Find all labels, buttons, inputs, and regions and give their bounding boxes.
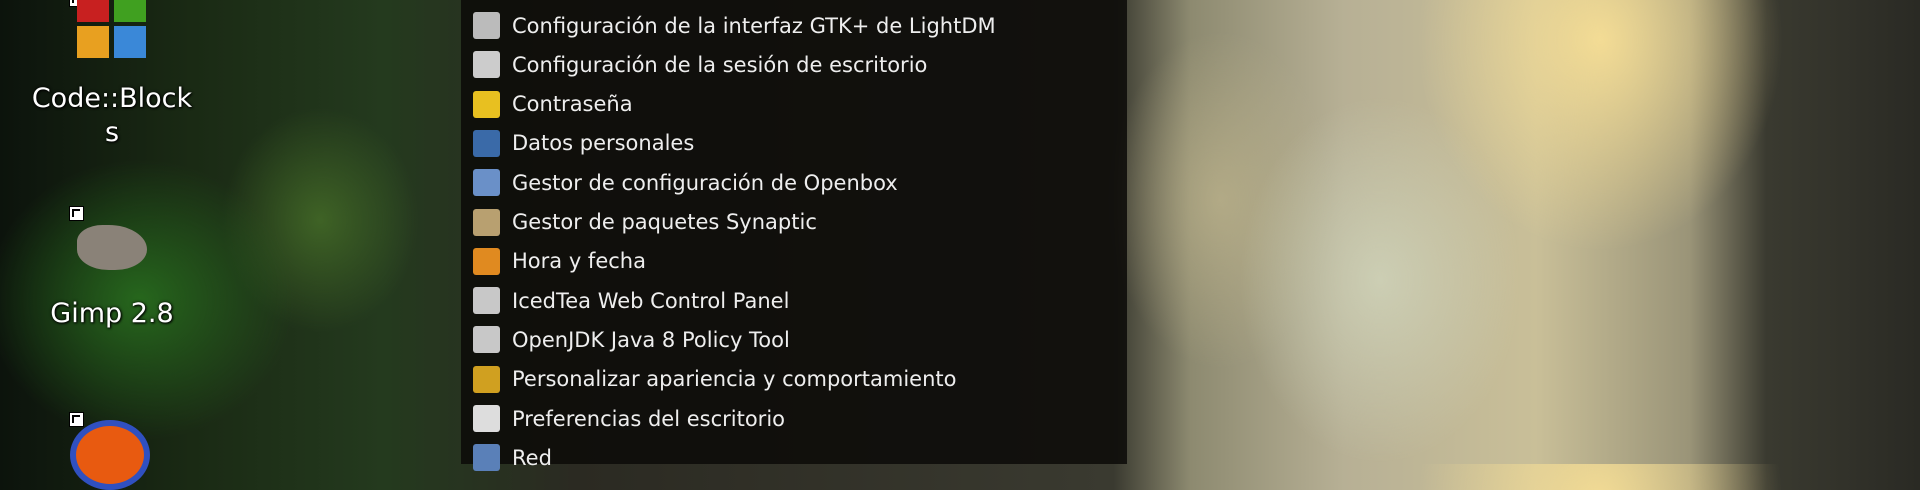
desktop-icon-label: Code::Blocks [31, 83, 193, 148]
menu-item[interactable]: Gestor de paquetes Synaptic [461, 203, 1127, 242]
openbox-icon [473, 169, 500, 197]
menu-item-label: Configuración de la sesión de escritorio [512, 52, 928, 77]
user-icon [473, 129, 500, 157]
menu-item[interactable]: Hora y fecha [461, 242, 1127, 281]
menu-item-label: Configuración de la interfaz GTK+ de Lig… [512, 13, 996, 38]
network-icon [473, 444, 500, 472]
lightdm-settings-icon [473, 12, 500, 39]
desktop-prefs-icon [473, 405, 500, 432]
menu-item[interactable]: Configuración de la interfaz GTK+ de Lig… [461, 6, 1127, 45]
menu-item[interactable]: IcedTea Web Control Panel [461, 281, 1127, 320]
menu-item-label: Personalizar apariencia y comportamiento [512, 367, 957, 392]
lock-icon [473, 90, 500, 118]
shortcut-arrow-icon [69, 412, 84, 427]
menu-item[interactable]: Contraseña [461, 85, 1127, 124]
desktop-icon-gimp[interactable]: Gimp 2.8 [37, 200, 187, 340]
menu-item-label: Gestor de paquetes Synaptic [512, 210, 817, 234]
menu-item[interactable]: Preferencias del escritorio [461, 399, 1127, 438]
menu-item-label: Hora y fecha [512, 249, 646, 274]
codeblocks-icon [77, 0, 147, 64]
menu-item-label: IcedTea Web Control Panel [512, 288, 790, 313]
menu-item[interactable]: OpenJDK Java 8 Policy Tool [461, 320, 1127, 359]
shortcut-arrow-icon [69, 206, 84, 221]
menu-item-label: Red [512, 445, 552, 470]
menu-item-label: OpenJDK Java 8 Policy Tool [512, 327, 790, 352]
desktop-icon-label: Gimp 2.8 [50, 298, 174, 329]
settings-menu: Configuración de la interfaz GTK+ de Lig… [461, 0, 1127, 472]
java-icon [473, 326, 500, 354]
audacity-icon [70, 420, 150, 490]
menu-item-label: Preferencias del escritorio [512, 406, 785, 431]
menu-item[interactable]: Gestor de configuración de Openbox [461, 163, 1127, 202]
clock-icon [473, 247, 500, 275]
brush-icon [473, 365, 500, 393]
menu-item-label: Contraseña [512, 92, 633, 117]
menu-item[interactable]: Red [461, 438, 1127, 477]
session-settings-icon [473, 51, 500, 79]
java-icon [473, 287, 500, 315]
menu-item[interactable]: Datos personales [461, 124, 1127, 163]
package-icon [473, 208, 500, 236]
menu-item-label: Gestor de configuración de Openbox [512, 170, 898, 195]
desktop-icon-audacity[interactable] [37, 410, 187, 490]
menu-item-label: Datos personales [512, 131, 695, 156]
menu-item[interactable]: Personalizar apariencia y comportamiento [461, 360, 1127, 399]
desktop-icon-codeblocks[interactable]: Code::Blocks [32, 0, 192, 150]
menu-item[interactable]: Configuración de la sesión de escritorio [461, 45, 1127, 84]
gimp-icon [77, 225, 147, 270]
